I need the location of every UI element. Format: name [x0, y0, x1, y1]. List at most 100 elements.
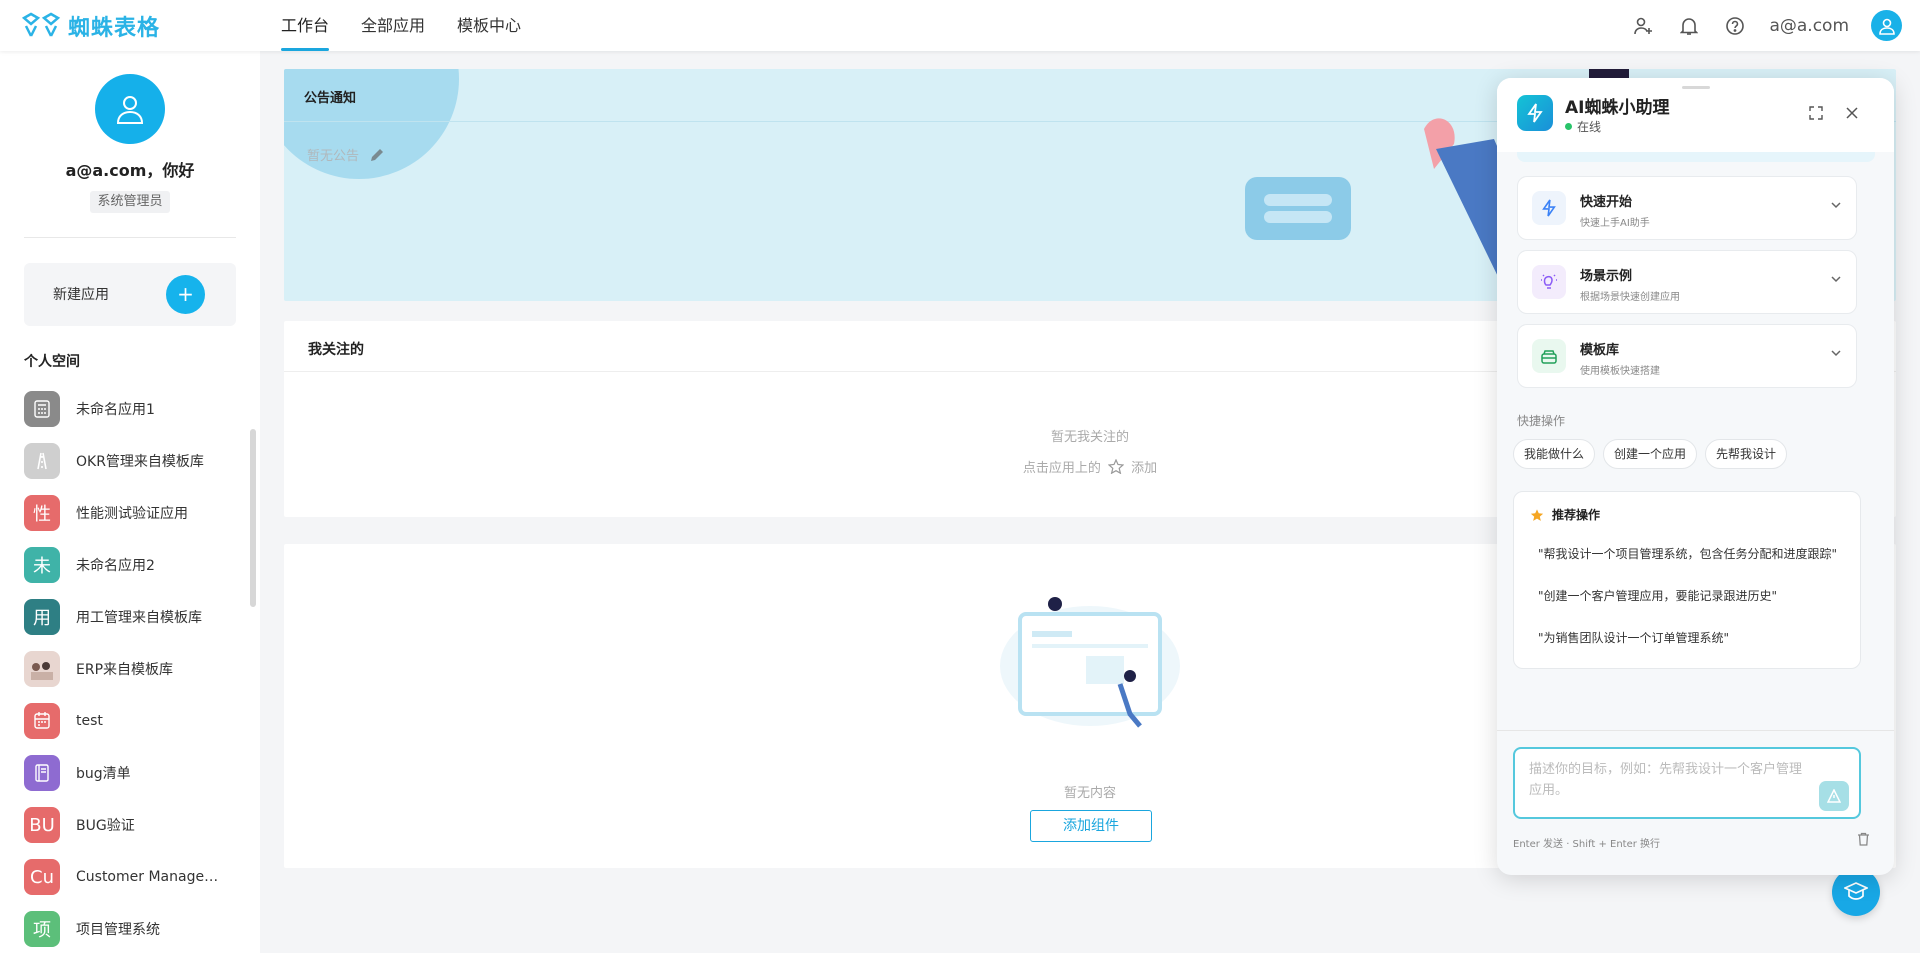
decor-strip: [1517, 152, 1875, 162]
sidebar-app-item[interactable]: OKR管理来自模板库: [24, 435, 244, 487]
new-app-button[interactable]: +: [166, 275, 205, 314]
section-subtitle: 使用模板快速搭建: [1580, 366, 1660, 377]
lightning-icon: [1527, 103, 1543, 123]
lightning-icon: [1532, 191, 1566, 225]
section-scene-examples[interactable]: 场景示例 根据场景快速创建应用: [1517, 250, 1857, 314]
ai-status: 在线: [1565, 118, 1601, 135]
app-letter-icon: Cu: [24, 859, 60, 895]
sidebar-app-name: 性能测试验证应用: [76, 506, 188, 522]
trash-icon[interactable]: [1857, 832, 1870, 846]
section-title: 快速开始: [1580, 195, 1633, 210]
help-center-button[interactable]: [1832, 868, 1880, 916]
profile-greeting: a@a.com，你好: [65, 161, 195, 180]
ai-prompt-input[interactable]: [1529, 759, 1809, 809]
add-user-icon[interactable]: [1631, 14, 1655, 38]
ai-status-text: 在线: [1577, 120, 1602, 134]
people-photo-icon: [24, 651, 60, 687]
chevron-down-icon: [1831, 350, 1841, 357]
sidebar-app-name: test: [76, 713, 103, 729]
tab-workbench[interactable]: 工作台: [281, 0, 330, 51]
quick-actions: 我能做什么 创建一个应用 先帮我设计: [1513, 439, 1788, 469]
section-title: 模板库: [1580, 343, 1620, 358]
sidebar-app-name: 项目管理系统: [76, 922, 160, 938]
section-title: 场景示例: [1580, 269, 1633, 284]
close-icon[interactable]: [1843, 104, 1861, 122]
sidebar-app-item[interactable]: 未未命名应用2: [24, 539, 244, 591]
sidebar-app-name: ERP来自模板库: [76, 662, 174, 678]
calculator-icon: [24, 391, 60, 427]
chat-bubble-illustration: [1245, 177, 1351, 240]
app-letter-icon: 用: [24, 599, 60, 635]
section-subtitle: 根据场景快速创建应用: [1580, 292, 1680, 303]
book-icon: [24, 755, 60, 791]
sidebar-app-item[interactable]: BU BUG验证: [24, 799, 244, 851]
user-icon: [1878, 18, 1895, 35]
notice-empty: 暂无公告: [307, 145, 385, 164]
chevron-down-icon: [1831, 202, 1841, 209]
sidebar-app-item[interactable]: test: [24, 695, 244, 747]
send-icon: [1827, 789, 1841, 803]
expand-icon[interactable]: [1807, 104, 1825, 122]
notice-title: 公告通知: [304, 91, 357, 106]
spider-logo-icon: [22, 12, 61, 37]
recommendations-header: 推荐操作: [1530, 506, 1600, 523]
bell-icon[interactable]: [1677, 14, 1701, 38]
drag-handle[interactable]: [1682, 86, 1710, 89]
app-letter-icon: 性: [24, 495, 60, 531]
sidebar-app-item[interactable]: bug清单: [24, 747, 244, 799]
graduation-cap-icon: [1844, 882, 1868, 900]
sidebar-app-name: BUG验证: [76, 818, 135, 834]
app-list: 未命名应用1 OKR管理来自模板库性性能测试验证应用未未命名应用2 用用工管理来自模…: [24, 383, 244, 953]
new-app-card[interactable]: 新建应用 +: [24, 263, 236, 326]
following-title: 我关注的: [308, 342, 364, 358]
edit-icon[interactable]: [369, 147, 385, 163]
user-email[interactable]: a@a.com: [1769, 16, 1849, 36]
sidebar-app-item[interactable]: 用用工管理来自模板库: [24, 591, 244, 643]
following-hint-suffix: 添加: [1131, 461, 1158, 476]
app-letter-icon: 项: [24, 911, 60, 947]
sidebar-app-item[interactable]: 性性能测试验证应用: [24, 487, 244, 539]
send-button[interactable]: [1819, 781, 1849, 811]
user-avatar[interactable]: [1871, 10, 1902, 41]
profile-avatar[interactable]: [95, 74, 165, 144]
main-nav: 工作台 全部应用 模板中心: [281, 0, 553, 51]
quick-actions-title: 快捷操作: [1517, 414, 1566, 428]
tab-all-apps[interactable]: 全部应用: [361, 0, 425, 51]
chevron-down-icon: [1831, 276, 1841, 283]
top-bar: 蜘蛛表格 工作台 全部应用 模板中心 a@a.com: [0, 0, 1920, 51]
layers-icon: [1532, 339, 1566, 373]
section-template-library[interactable]: 模板库 使用模板快速搭建: [1517, 324, 1857, 388]
ai-title: AI蜘蛛小助理: [1565, 98, 1670, 118]
app-letter-icon: BU: [24, 807, 60, 843]
bulb-icon: [1532, 265, 1566, 299]
brand-name: 蜘蛛表格: [68, 16, 161, 41]
quick-action-chip[interactable]: 先帮我设计: [1705, 439, 1788, 469]
recommendation-item[interactable]: "创建一个客户管理应用，要能记录跟进历史": [1538, 587, 1777, 604]
sidebar-app-item[interactable]: Cu Customer Manageme...: [24, 851, 244, 903]
sidebar-app-item[interactable]: 项项目管理系统: [24, 903, 244, 953]
recommendation-item[interactable]: "为销售团队设计一个订单管理系统": [1538, 629, 1729, 646]
brand-logo[interactable]: 蜘蛛表格: [22, 10, 160, 42]
help-icon[interactable]: [1723, 14, 1747, 38]
sidebar-app-name: OKR管理来自模板库: [76, 454, 204, 470]
sidebar-scrollbar[interactable]: [250, 429, 256, 607]
recommendation-item[interactable]: "帮我设计一个项目管理系统，包含任务分配和进度跟踪": [1538, 545, 1837, 562]
section-quick-start[interactable]: 快速开始 快速上手AI助手: [1517, 176, 1857, 240]
sidebar-app-name: Customer Manageme...: [76, 869, 226, 885]
recommendations-title: 推荐操作: [1552, 508, 1601, 522]
empty-illustration: [1000, 597, 1180, 728]
sidebar-app-item[interactable]: 未命名应用1: [24, 383, 244, 435]
following-hint-prefix: 点击应用上的: [1022, 461, 1101, 476]
new-app-label: 新建应用: [53, 287, 109, 303]
sidebar: a@a.com，你好 系统管理员 新建应用 + 个人空间 未命名应用1 OKR管理…: [0, 51, 260, 953]
quick-action-chip[interactable]: 创建一个应用: [1603, 439, 1698, 469]
sidebar-app-name: bug清单: [76, 766, 131, 782]
quick-action-chip[interactable]: 我能做什么: [1513, 439, 1596, 469]
road-icon: [24, 443, 60, 479]
personal-space-title: 个人空间: [24, 354, 80, 370]
sidebar-app-name: 未命名应用2: [76, 558, 155, 574]
tab-template-center[interactable]: 模板中心: [457, 0, 521, 51]
add-widget-button[interactable]: 添加组件: [1030, 810, 1152, 842]
role-badge: 系统管理员: [90, 191, 170, 213]
sidebar-app-item[interactable]: ERP来自模板库: [24, 643, 244, 695]
